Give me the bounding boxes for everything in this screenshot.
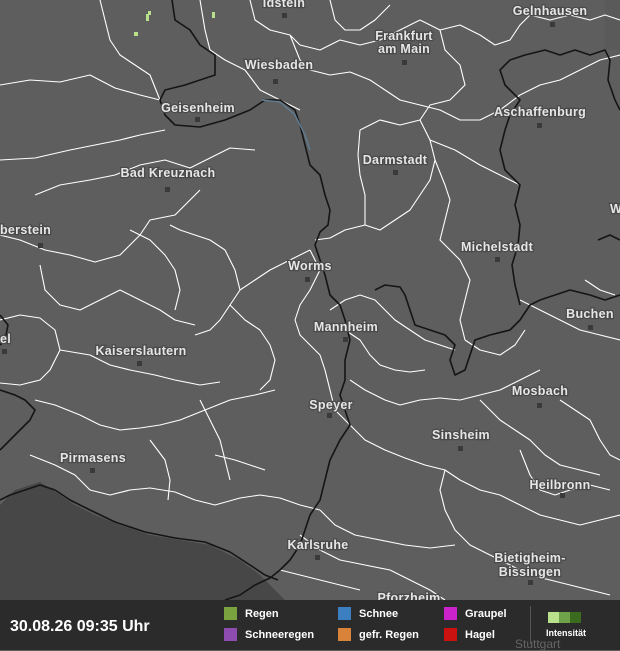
city-label-bietigheim: Bietigheim- xyxy=(494,551,565,565)
city-label-el: el xyxy=(0,332,11,346)
city-label-kaiserslautern: Kaiserslautern xyxy=(95,344,186,358)
outside-area xyxy=(0,482,285,600)
city-label-heilbronn: Heilbronn xyxy=(529,478,590,492)
legend-label-schnee: Schnee xyxy=(359,607,399,620)
legend-item-gefr-regen: gefr. Regen xyxy=(338,628,419,641)
legend-swatch-hagel xyxy=(444,628,457,641)
river xyxy=(261,99,311,151)
radar-map: Idstein Gelnhausen Frankfurt am Main Wie… xyxy=(0,0,620,610)
intensity-swatch-mid xyxy=(559,612,570,623)
legend-swatch-graupel xyxy=(444,607,457,620)
legend-label-graupel: Graupel xyxy=(465,607,507,620)
city-label-frankfurt: Frankfurt xyxy=(375,29,433,43)
state-borders xyxy=(0,0,620,601)
watermark-text: Stuttgart xyxy=(515,637,561,651)
legend-label-gefr-regen: gefr. Regen xyxy=(359,628,419,641)
legend-item-regen: Regen xyxy=(224,607,279,620)
city-label-wiesbaden: Wiesbaden xyxy=(245,58,314,72)
legend-footer: Stuttgart 30.08.26 09:35 Uhr Regen Schne… xyxy=(0,600,620,651)
legend-item-hagel: Hagel xyxy=(444,628,495,641)
legend-swatch-gefr-regen xyxy=(338,628,351,641)
city-label-pirmasens: Pirmasens xyxy=(60,451,126,465)
city-label-bad-kreuznach: Bad Kreuznach xyxy=(121,166,216,180)
city-label-gelnhausen: Gelnhausen xyxy=(513,4,588,18)
city-label-geisenheim: Geisenheim xyxy=(161,101,235,115)
intensity-swatch-high xyxy=(570,612,581,623)
city-label-darmstadt: Darmstadt xyxy=(363,153,428,167)
city-label-aschaffenburg: Aschaffenburg xyxy=(494,105,586,119)
city-label-w: W xyxy=(610,202,620,216)
legend-swatch-schnee xyxy=(338,607,351,620)
legend-divider xyxy=(530,606,531,644)
city-label-sinsheim: Sinsheim xyxy=(432,428,490,442)
city-label-speyer: Speyer xyxy=(309,398,353,412)
legend-label-schneeregen: Schneeregen xyxy=(245,628,315,641)
legend-swatch-schneeregen xyxy=(224,628,237,641)
intensity-label: Intensität xyxy=(546,628,587,638)
city-label-worms: Worms xyxy=(288,259,332,273)
city-label-idstein: Idstein xyxy=(263,0,305,10)
intensity-swatch-low xyxy=(548,612,559,623)
district-boundaries xyxy=(0,0,620,601)
city-label-michelstadt: Michelstadt xyxy=(461,240,534,254)
legend-swatch-regen xyxy=(224,607,237,620)
city-label-buchen: Buchen xyxy=(566,307,614,321)
legend-label-regen: Regen xyxy=(245,607,279,620)
legend-item-schnee: Schnee xyxy=(338,607,398,620)
city-label-karlsruhe: Karlsruhe xyxy=(287,538,348,552)
city-label-bissingen: Bissingen xyxy=(499,565,561,579)
city-label-mannheim: Mannheim xyxy=(314,320,378,334)
legend-item-schneeregen: Schneeregen xyxy=(224,628,314,641)
city-label-berstein: berstein xyxy=(0,223,51,237)
legend-item-graupel: Graupel xyxy=(444,607,507,620)
intensity-scale xyxy=(548,612,581,623)
city-label-am-main: am Main xyxy=(378,42,430,56)
city-label-mosbach: Mosbach xyxy=(512,384,568,398)
timestamp: 30.08.26 09:35 Uhr xyxy=(10,618,150,635)
outside-area-right xyxy=(605,0,620,50)
legend-label-hagel: Hagel xyxy=(465,628,495,641)
